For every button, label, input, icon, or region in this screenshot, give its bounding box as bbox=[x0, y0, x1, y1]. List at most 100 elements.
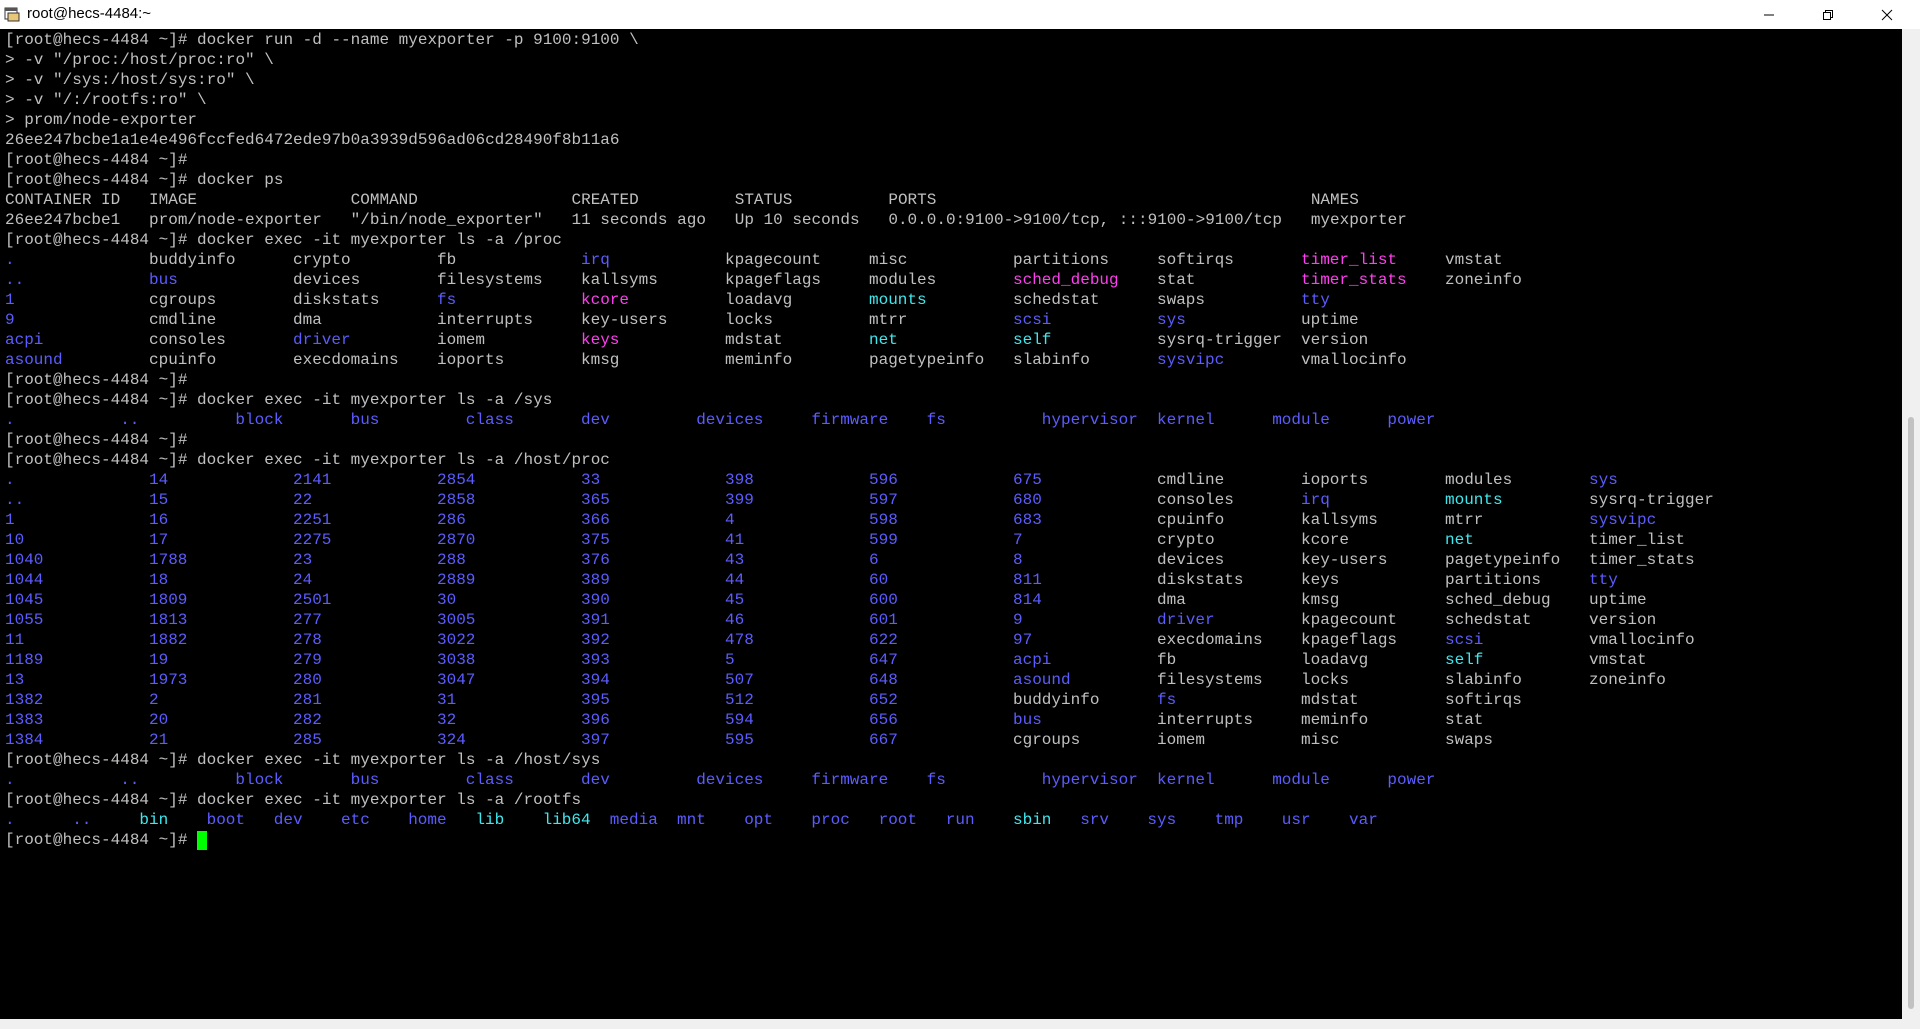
terminal-line: > -v "/sys:/host/sys:ro" \ bbox=[5, 70, 255, 90]
ls-entry: schedstat bbox=[1445, 611, 1532, 629]
maximize-icon bbox=[1823, 9, 1833, 20]
vertical-scrollbar[interactable] bbox=[1902, 29, 1920, 1019]
line-text: [root@hecs-4484 ~]# docker exec -it myex… bbox=[5, 751, 601, 769]
ls-entry: misc bbox=[869, 251, 908, 269]
ls-entry: 1055 bbox=[5, 611, 44, 629]
ls-entry: kcore bbox=[1301, 531, 1350, 549]
ls-entry: 395 bbox=[581, 691, 610, 709]
ls-entry: 6 bbox=[869, 551, 879, 569]
prompt-line: [root@hecs-4484 ~]# bbox=[5, 830, 208, 850]
ls-entry: 397 bbox=[581, 731, 610, 749]
ls-entry: 600 bbox=[869, 591, 898, 609]
ls-entry: 15 bbox=[149, 491, 169, 509]
terminal-output[interactable]: [root@hecs-4484 ~]# docker run -d --name… bbox=[0, 29, 1902, 1019]
ls-entry: ioports bbox=[1301, 471, 1369, 489]
ls-entry: mdstat bbox=[1301, 691, 1359, 709]
ls-entry: 8 bbox=[1013, 551, 1023, 569]
minimize-button[interactable] bbox=[1746, 0, 1792, 29]
ls-entry: vmstat bbox=[1589, 651, 1647, 669]
line-text: > -v "/sys:/host/sys:ro" \ bbox=[5, 71, 255, 89]
ls-entry: 1045 bbox=[5, 591, 44, 609]
ls-entry: uptime bbox=[1589, 591, 1647, 609]
close-icon bbox=[1881, 9, 1893, 20]
ls-entry: sched_debug bbox=[1013, 271, 1119, 289]
ls-entry: meminfo bbox=[725, 351, 793, 369]
ls-entry: 18 bbox=[149, 571, 169, 589]
ls-entry: irq bbox=[1301, 491, 1330, 509]
ls-entry: .. bbox=[5, 271, 25, 289]
ls-entry: driver bbox=[1157, 611, 1215, 629]
ls-entry: 675 bbox=[1013, 471, 1042, 489]
ls-entry: . bbox=[5, 411, 15, 429]
scrollbar-thumb[interactable] bbox=[1908, 417, 1914, 1009]
ls-entry: 1882 bbox=[149, 631, 188, 649]
ls-entry: bus bbox=[350, 411, 380, 429]
ls-entry: 282 bbox=[293, 711, 322, 729]
ls-entry: class bbox=[465, 411, 514, 429]
ls-entry: key-users bbox=[1301, 551, 1388, 569]
ls-entry: run bbox=[945, 811, 975, 829]
ls-entry: power bbox=[1387, 411, 1436, 429]
ls-entry: cmdline bbox=[1157, 471, 1225, 489]
ls-entry: 656 bbox=[869, 711, 898, 729]
ls-entry: pagetypeinfo bbox=[869, 351, 985, 369]
terminal-line: [root@hecs-4484 ~]# docker ps bbox=[5, 170, 283, 190]
ls-entry: 2 bbox=[149, 691, 159, 709]
ls-entry: block bbox=[235, 771, 284, 789]
ls-entry: cpuinfo bbox=[1157, 511, 1225, 529]
ls-entry: 1 bbox=[5, 291, 15, 309]
line-text: > -v "/:/rootfs:ro" \ bbox=[5, 91, 207, 109]
ls-entry: kernel bbox=[1157, 411, 1215, 429]
ls-entry: acpi bbox=[1013, 651, 1052, 669]
ls-entry: 1973 bbox=[149, 671, 188, 689]
ls-entry: timer_list bbox=[1589, 531, 1686, 549]
ls-entry: block bbox=[235, 411, 284, 429]
ls-entry: 392 bbox=[581, 631, 610, 649]
ls-entry: 41 bbox=[725, 531, 745, 549]
ls-entry: kmsg bbox=[581, 351, 620, 369]
ls-entry: . bbox=[5, 771, 15, 789]
title-bar: root@hecs-4484:~ bbox=[0, 0, 1920, 29]
ls-entry: 648 bbox=[869, 671, 898, 689]
ls-entry: 2854 bbox=[437, 471, 476, 489]
ls-entry: 365 bbox=[581, 491, 610, 509]
ls-entry: 389 bbox=[581, 571, 610, 589]
ls-entry: consoles bbox=[1157, 491, 1234, 509]
ls-entry: var bbox=[1349, 811, 1378, 829]
ls-entry: dma bbox=[293, 311, 322, 329]
ls-entry: fb bbox=[437, 251, 457, 269]
maximize-button[interactable] bbox=[1805, 0, 1851, 29]
ls-entry: proc bbox=[811, 811, 850, 829]
ls-entry: modules bbox=[1445, 471, 1513, 489]
ls-entry: home bbox=[408, 811, 447, 829]
ls-entry: fs bbox=[437, 291, 457, 309]
ls-entry: interrupts bbox=[437, 311, 534, 329]
ls-entry: mdstat bbox=[725, 331, 783, 349]
ls-entry: 97 bbox=[1013, 631, 1033, 649]
close-button[interactable] bbox=[1864, 0, 1910, 29]
ls-entry: swaps bbox=[1157, 291, 1206, 309]
terminal-line: [root@hecs-4484 ~]# docker exec -it myex… bbox=[5, 450, 610, 470]
ls-entry: 683 bbox=[1013, 511, 1042, 529]
ls-entry: 598 bbox=[869, 511, 898, 529]
ls-entry: execdomains bbox=[1157, 631, 1263, 649]
ls-entry: 667 bbox=[869, 731, 898, 749]
ls-entry: 1044 bbox=[5, 571, 44, 589]
ls-entry: 478 bbox=[725, 631, 754, 649]
ls-entry: 622 bbox=[869, 631, 898, 649]
ls-entry: fs bbox=[926, 771, 946, 789]
ls-entry: usr bbox=[1281, 811, 1311, 829]
ls-entry: sys bbox=[1147, 811, 1177, 829]
ls-entry: kallsyms bbox=[1301, 511, 1378, 529]
ls-entry: 507 bbox=[725, 671, 754, 689]
ls-entry: 281 bbox=[293, 691, 322, 709]
ls-entry: self bbox=[1013, 331, 1052, 349]
terminal-line: [root@hecs-4484 ~]# docker run -d --name… bbox=[5, 30, 639, 50]
ls-entry: fs bbox=[1157, 691, 1177, 709]
ls-entry: kernel bbox=[1157, 771, 1215, 789]
ls-entry: asound bbox=[5, 351, 63, 369]
ls-entry: iomem bbox=[1157, 731, 1206, 749]
ls-entry: 394 bbox=[581, 671, 610, 689]
ls-entry: 285 bbox=[293, 731, 322, 749]
ls-entry: acpi bbox=[5, 331, 44, 349]
